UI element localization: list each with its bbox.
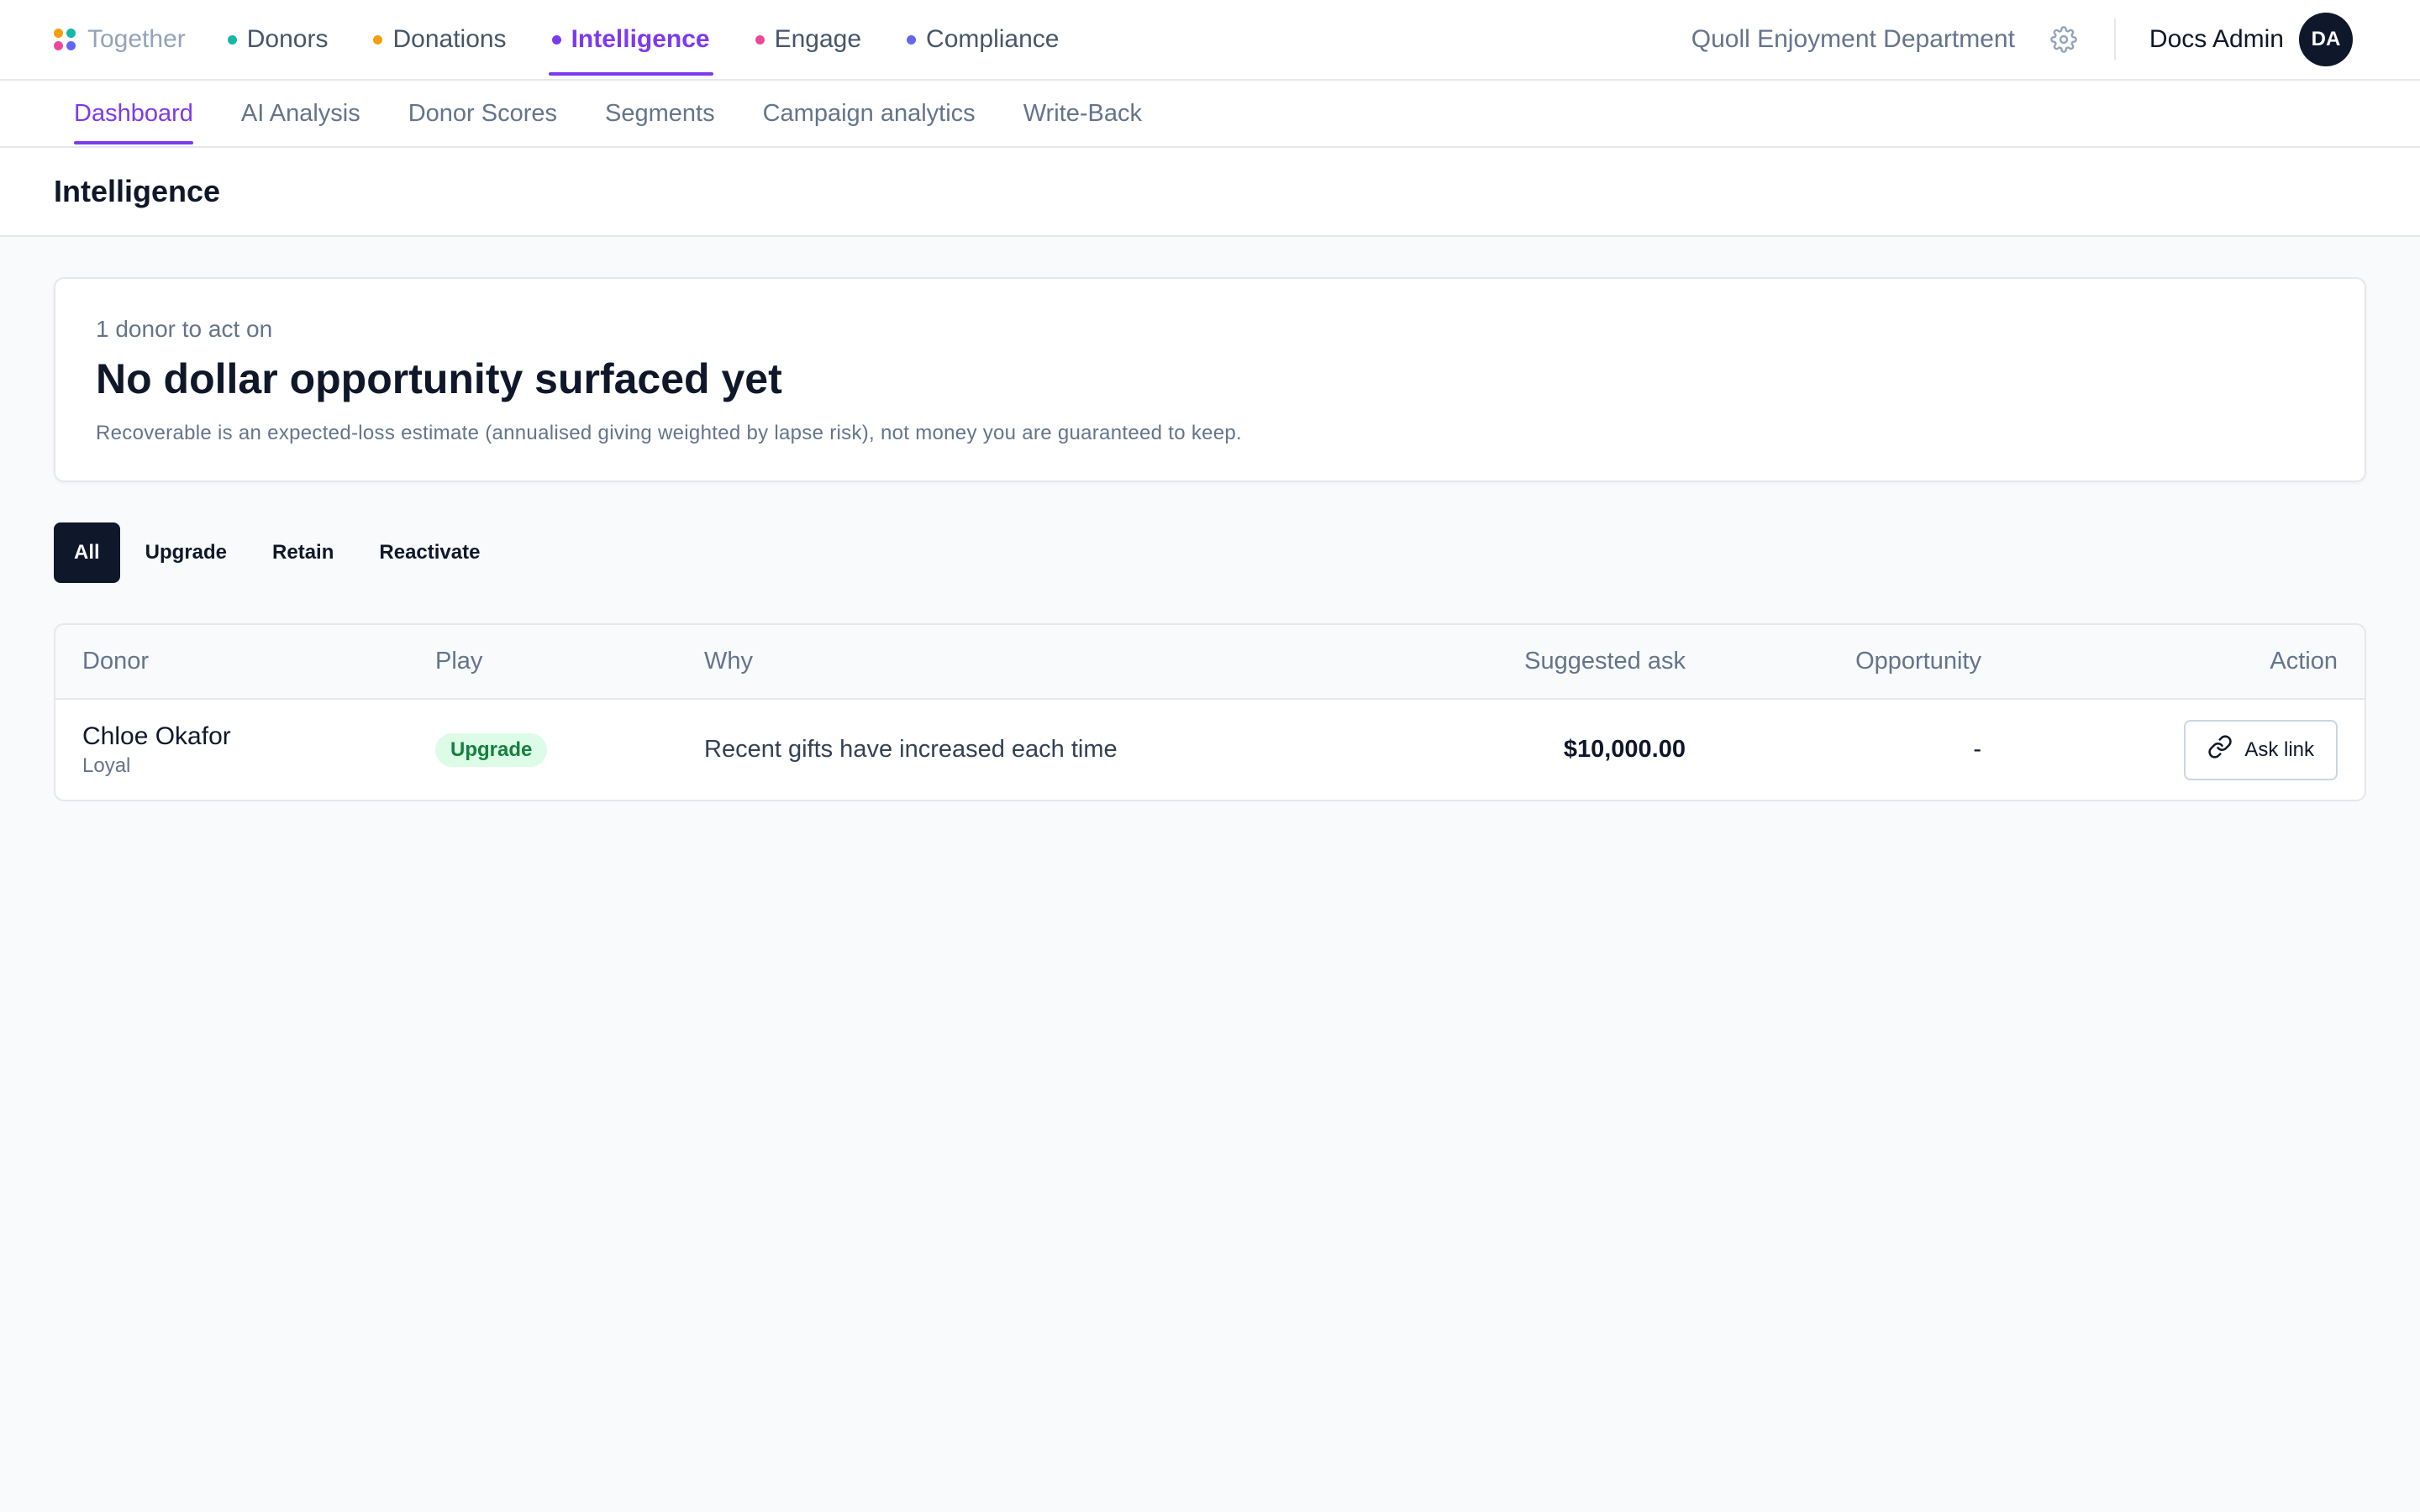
ask-link-label: Ask link <box>2244 738 2314 761</box>
summary-card: 1 donor to act on No dollar opportunity … <box>54 277 2366 482</box>
tab-campaign-analytics[interactable]: Campaign analytics <box>763 81 976 146</box>
nav-dot-icon <box>227 34 237 45</box>
opportunity-table-card: Donor Play Why Suggested ask Opportunity… <box>54 623 2366 801</box>
nav-dot-icon <box>373 34 383 45</box>
nav-item-label: Intelligence <box>571 25 710 53</box>
avatar[interactable]: DA <box>2299 13 2353 66</box>
nav-item-engage[interactable]: Engage <box>752 0 865 79</box>
brand[interactable]: Together <box>54 0 186 79</box>
main-nav: Donors Donations Intelligence Engage Complia… <box>224 0 1102 79</box>
page-header: Intelligence <box>0 148 2420 237</box>
column-header-play[interactable]: Play <box>408 625 677 700</box>
summary-headline: No dollar opportunity surfaced yet <box>96 355 782 402</box>
column-header-opportunity[interactable]: Opportunity <box>1712 625 2008 700</box>
ask-link-button[interactable]: Ask link <box>2184 719 2338 780</box>
header-divider <box>2113 18 2116 60</box>
donor-cell: Chloe Okafor Loyal <box>55 699 408 800</box>
donor-name[interactable]: Chloe Okafor <box>82 722 381 751</box>
nav-item-donors[interactable]: Donors <box>224 0 332 79</box>
sub-nav: Dashboard AI Analysis Donor Scores Segments… <box>0 81 2420 148</box>
filter-all-button[interactable]: All <box>54 522 120 583</box>
opportunity-cell: - <box>1973 736 1981 763</box>
page-title: Intelligence <box>54 174 221 208</box>
play-badge: Upgrade <box>435 732 548 767</box>
filter-reactivate-button[interactable]: Reactivate <box>359 522 500 583</box>
column-header-donor[interactable]: Donor <box>55 625 408 700</box>
nav-item-donations[interactable]: Donations <box>370 0 509 79</box>
table-row[interactable]: Chloe Okafor Loyal Upgrade Recent gifts … <box>55 699 2365 800</box>
play-cell: Upgrade <box>408 699 677 800</box>
play-filter-group: All Upgrade Retain Reactivate <box>54 522 2366 583</box>
opportunity-table: Donor Play Why Suggested ask Opportunity… <box>55 625 2365 800</box>
organization-name[interactable]: Quoll Enjoyment Department <box>1691 25 2015 54</box>
nav-dot-icon <box>551 34 561 45</box>
nav-dot-icon <box>907 34 917 45</box>
header-right: Quoll Enjoyment Department Docs Admin DA <box>1691 0 2366 79</box>
brand-name: Together <box>87 25 186 53</box>
tab-segments[interactable]: Segments <box>605 81 715 146</box>
column-header-action: Action <box>2008 625 2365 700</box>
suggested-ask-cell: $10,000.00 <box>1563 736 1686 763</box>
nav-item-compliance[interactable]: Compliance <box>903 0 1062 79</box>
filter-upgrade-button[interactable]: Upgrade <box>125 522 247 583</box>
nav-item-label: Engage <box>774 25 862 53</box>
column-header-why[interactable]: Why <box>677 625 1376 700</box>
gear-icon[interactable] <box>2049 24 2079 55</box>
nav-item-label: Donations <box>392 25 507 53</box>
summary-eyebrow: 1 donor to act on <box>96 316 273 342</box>
tab-dashboard[interactable]: Dashboard <box>74 81 193 146</box>
why-cell: Recent gifts have increased each time <box>704 736 1118 763</box>
top-nav: Together Donors Donations Intelligence Enga… <box>0 0 2420 81</box>
tab-ai-analysis[interactable]: AI Analysis <box>241 81 360 146</box>
nav-item-label: Donors <box>246 25 329 53</box>
user-name[interactable]: Docs Admin <box>2149 25 2284 54</box>
tab-donor-scores[interactable]: Donor Scores <box>408 81 557 146</box>
summary-note: Recoverable is an expected-loss estimate… <box>96 422 1243 444</box>
filter-retain-button[interactable]: Retain <box>252 522 354 583</box>
nav-dot-icon <box>755 34 765 45</box>
tab-write-back[interactable]: Write-Back <box>1023 81 1142 146</box>
action-cell: Ask link <box>2008 699 2365 800</box>
table-header-row: Donor Play Why Suggested ask Opportunity… <box>55 625 2365 700</box>
link-icon <box>2207 734 2233 765</box>
nav-item-intelligence[interactable]: Intelligence <box>548 0 713 79</box>
main-content: 1 donor to act on No dollar opportunity … <box>0 237 2420 842</box>
nav-item-label: Compliance <box>926 25 1060 53</box>
donor-tier: Loyal <box>82 753 131 777</box>
brand-logo-icon <box>54 29 76 50</box>
column-header-suggested-ask[interactable]: Suggested ask <box>1376 625 1712 700</box>
